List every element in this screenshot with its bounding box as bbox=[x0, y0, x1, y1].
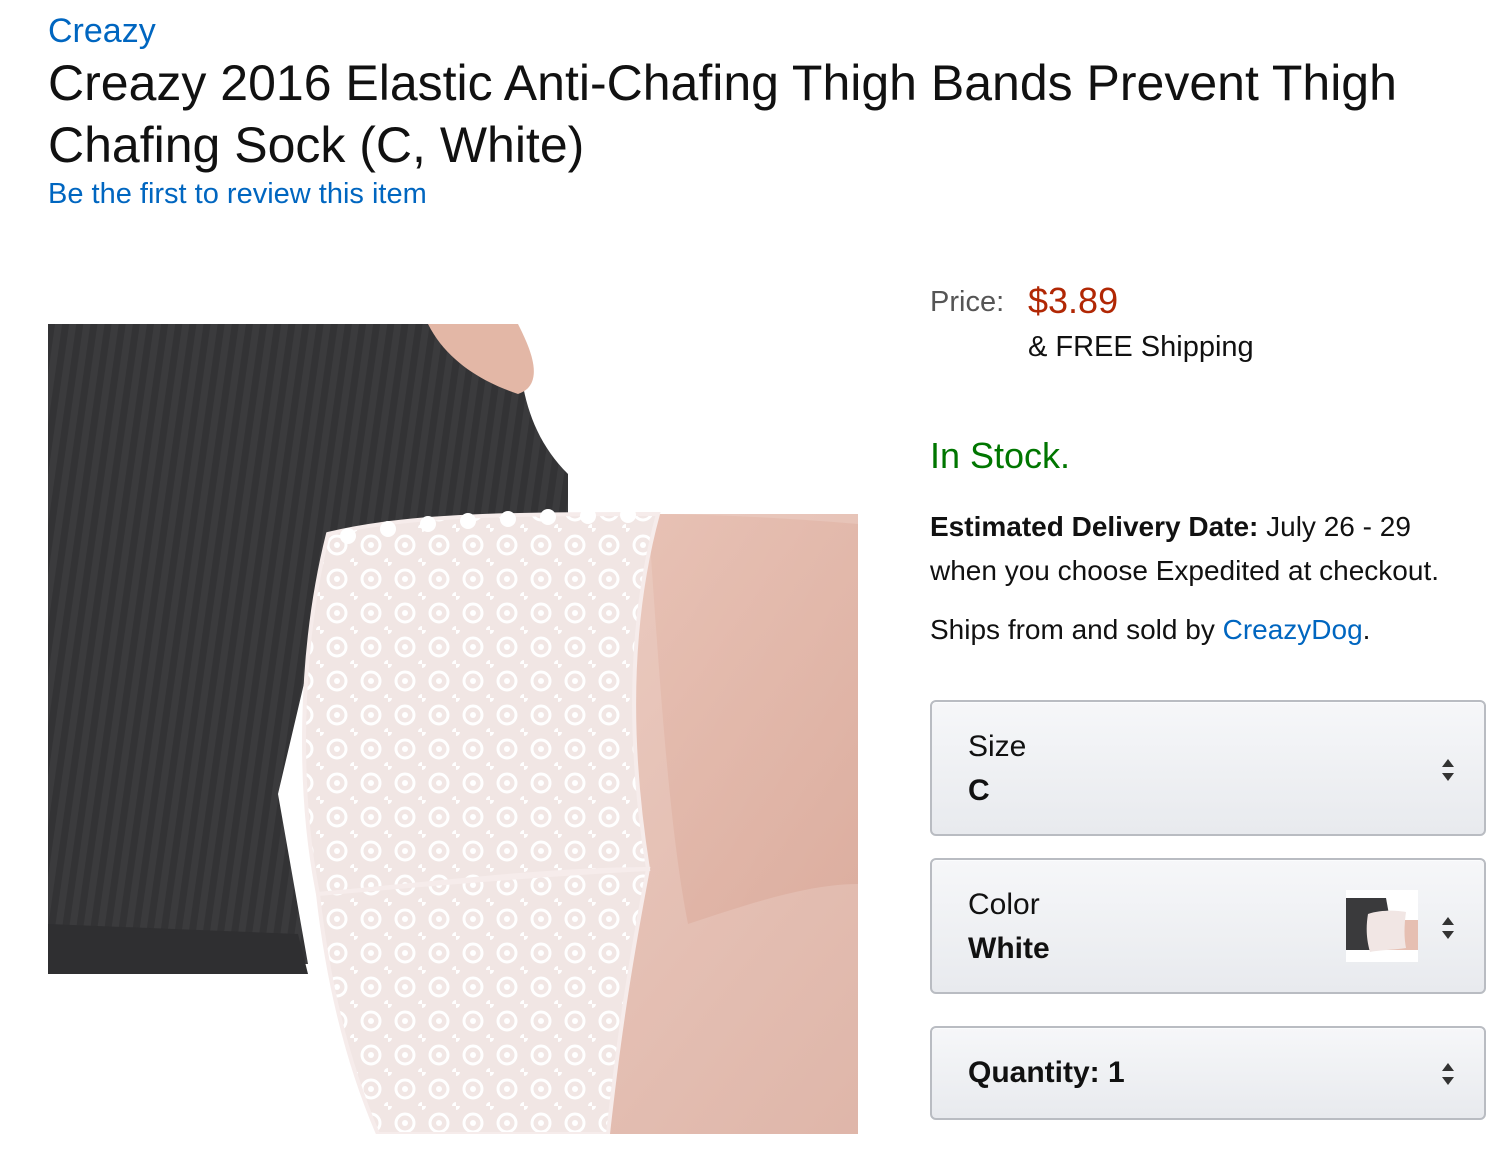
quantity-label: Quantity: bbox=[968, 1056, 1100, 1089]
up-down-chevron-icon bbox=[1442, 759, 1454, 781]
size-select-value: C bbox=[968, 774, 990, 807]
delivery-note: when you choose Expedited at checkout. bbox=[930, 555, 1440, 586]
color-select[interactable]: Color White bbox=[930, 858, 1486, 994]
color-select-label: Color bbox=[968, 888, 1040, 921]
price-value: $3.89 bbox=[1028, 280, 1119, 321]
seller-suffix: . bbox=[1362, 614, 1371, 645]
seller-info: Ships from and sold by CreazyDog. bbox=[930, 614, 1370, 646]
free-shipping-text: & FREE Shipping bbox=[1028, 331, 1254, 363]
color-swatch-thumbnail bbox=[1346, 890, 1418, 962]
price-label: Price: bbox=[930, 286, 1005, 318]
quantity-select[interactable]: Quantity: 1 bbox=[930, 1026, 1486, 1120]
seller-prefix: Ships from and sold by bbox=[930, 614, 1215, 645]
delivery-estimate: Estimated Delivery Date: July 26 - 29 wh… bbox=[930, 505, 1490, 593]
delivery-dates: July 26 - 29 bbox=[1266, 511, 1411, 542]
seller-link[interactable]: CreazyDog bbox=[1223, 614, 1363, 645]
write-review-link[interactable]: Be the first to review this item bbox=[48, 178, 427, 211]
brand-link[interactable]: Creazy bbox=[48, 12, 156, 51]
quantity-select-text: Quantity: 1 bbox=[968, 1056, 1125, 1090]
up-down-chevron-icon bbox=[1442, 1063, 1454, 1085]
stock-status: In Stock. bbox=[930, 435, 1071, 476]
product-title: Creazy 2016 Elastic Anti-Chafing Thigh B… bbox=[48, 55, 1397, 173]
delivery-label: Estimated Delivery Date: bbox=[930, 511, 1259, 542]
color-select-value: White bbox=[968, 932, 1050, 965]
size-select-label: Size bbox=[968, 730, 1027, 763]
product-image[interactable] bbox=[48, 324, 858, 1134]
quantity-value: 1 bbox=[1108, 1056, 1125, 1089]
up-down-chevron-icon bbox=[1442, 917, 1454, 939]
size-select[interactable]: Size C bbox=[930, 700, 1486, 836]
